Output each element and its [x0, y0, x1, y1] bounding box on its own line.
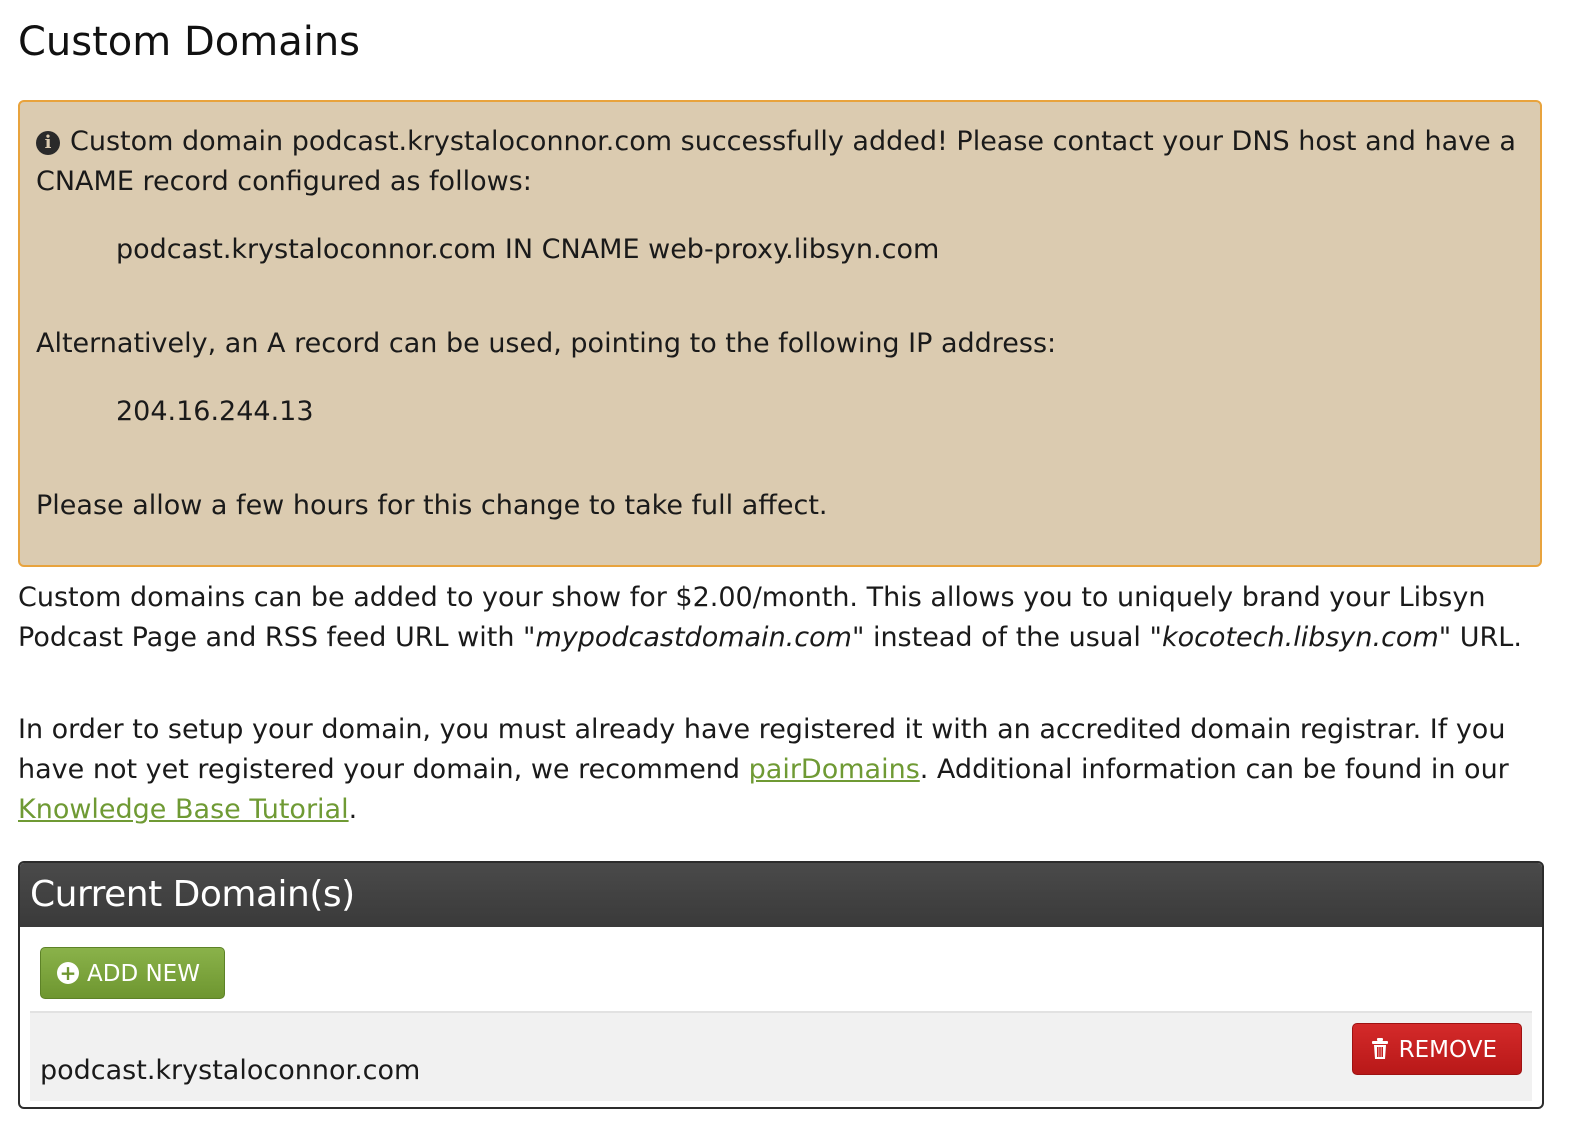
- add-new-button[interactable]: + ADD NEW: [40, 947, 225, 999]
- knowledge-base-link[interactable]: Knowledge Base Tutorial: [18, 794, 349, 825]
- alert-line1: Custom domain podcast.krystaloconnor.com…: [36, 126, 1516, 197]
- remove-domain-button[interactable]: REMOVE: [1351, 1023, 1522, 1075]
- domain-row: podcast.krystaloconnor.com REMOVE: [30, 1011, 1532, 1101]
- trash-icon: [1371, 1027, 1389, 1079]
- setup-paragraph: In order to setup your domain, you must …: [18, 710, 1544, 830]
- info-icon: i: [36, 131, 60, 155]
- setup-text-middle: . Additional information can be found in…: [919, 754, 1509, 785]
- panel-title: Current Domain(s): [20, 863, 1542, 927]
- success-alert: i Custom domain podcast.krystaloconnor.co…: [18, 100, 1542, 567]
- ip-address: 204.16.244.13: [116, 396, 314, 427]
- example-domain: mypodcastdomain.com: [535, 622, 852, 653]
- alert-note: Please allow a few hours for this change…: [36, 490, 828, 521]
- pricing-text-middle: " instead of the usual ": [851, 622, 1162, 653]
- remove-label: REMOVE: [1398, 1037, 1497, 1063]
- pairdomains-link[interactable]: pairDomains: [749, 754, 920, 785]
- setup-text-end: .: [348, 794, 358, 825]
- plus-circle-icon: +: [57, 962, 79, 984]
- default-domain: kocotech.libsyn.com: [1161, 622, 1439, 653]
- a-record-text: Alternatively, an A record can be used, …: [36, 328, 1057, 359]
- domain-name: podcast.krystaloconnor.com: [40, 1055, 421, 1086]
- alert-message: i Custom domain podcast.krystaloconnor.co…: [36, 122, 1524, 202]
- page-title: Custom Domains: [18, 19, 361, 65]
- current-domains-panel: Current Domain(s) + ADD NEW podcast.kryst…: [18, 861, 1544, 1109]
- pricing-paragraph: Custom domains can be added to your show…: [18, 578, 1544, 658]
- pricing-text-end: " URL.: [1438, 622, 1522, 653]
- cname-record: podcast.krystaloconnor.com IN CNAME web-…: [116, 234, 940, 265]
- add-new-label: ADD NEW: [87, 961, 200, 987]
